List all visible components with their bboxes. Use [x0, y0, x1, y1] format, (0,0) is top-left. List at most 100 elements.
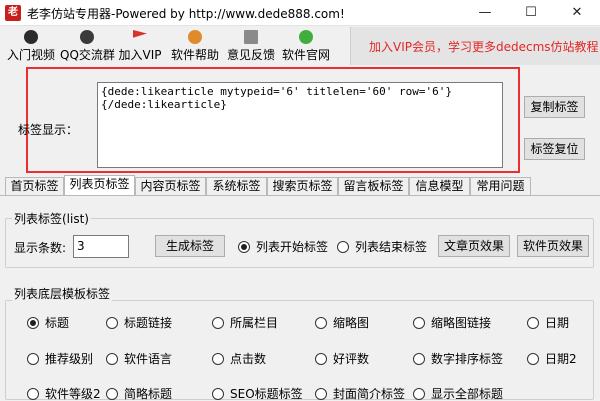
- video-icon: [24, 30, 38, 44]
- tab-home-tags[interactable]: 首页标签: [5, 177, 64, 195]
- title-bar: 老 老李仿站专用器-Powered by http://www.dede888.…: [0, 0, 600, 26]
- option-date2[interactable]: 日期2: [527, 352, 577, 366]
- radio-dot: [212, 388, 224, 400]
- radio-dot: [106, 317, 118, 329]
- option-number-sort[interactable]: 数字排序标签: [413, 352, 503, 366]
- option-software-language[interactable]: 软件语言: [106, 352, 172, 366]
- close-button[interactable]: ✕: [554, 0, 600, 26]
- radio-dot: [106, 353, 118, 365]
- vip-promo-text[interactable]: 加入VIP会员，学习更多dedecms仿站教程: [369, 38, 599, 55]
- app-icon: 老: [5, 5, 21, 21]
- option-recommend-level-label: 推荐级别: [45, 352, 94, 366]
- software-effect-button[interactable]: 软件页效果: [517, 235, 589, 257]
- option-good-reviews[interactable]: 好评数: [315, 352, 369, 366]
- radio-dot: [212, 353, 224, 365]
- radio-dot: [527, 353, 539, 365]
- option-category[interactable]: 所属栏目: [212, 316, 278, 330]
- window-title: 老李仿站专用器-Powered by http://www.dede888.co…: [27, 7, 345, 21]
- toolbar-website-button[interactable]: 软件官网: [280, 29, 332, 63]
- list-tag-group-title: 列表标签(list): [12, 210, 91, 227]
- option-good-reviews-label: 好评数: [333, 352, 370, 366]
- radio-dot-selected: [238, 241, 250, 253]
- toolbar-qq-label: QQ交流群: [60, 48, 115, 62]
- toolbar-video-label: 入门视频: [6, 48, 55, 62]
- toolbar-help-button[interactable]: 软件帮助: [169, 29, 221, 63]
- tag-display-label: 标签显示：: [18, 123, 79, 137]
- tab-guestbook-tags[interactable]: 留言板标签: [338, 177, 409, 195]
- generate-tag-button[interactable]: 生成标签: [155, 235, 225, 257]
- option-number-sort-label: 数字排序标签: [431, 352, 504, 366]
- radio-dot: [413, 353, 425, 365]
- tab-search-page-tags[interactable]: 搜索页标签: [267, 177, 338, 195]
- radio-dot: [315, 353, 327, 365]
- radio-dot: [212, 317, 224, 329]
- reset-tag-button[interactable]: 标签复位: [524, 138, 585, 160]
- toolbar-video-button[interactable]: 入门视频: [5, 29, 57, 63]
- tab-system-tags[interactable]: 系统标签: [206, 177, 267, 195]
- radio-list-start-label: 列表开始标签: [256, 240, 329, 254]
- radio-dot: [337, 241, 349, 253]
- option-thumbnail-link[interactable]: 缩略图链接: [413, 316, 491, 330]
- option-software-level2-label: 软件等级2: [45, 387, 101, 401]
- radio-list-end-label: 列表结束标签: [355, 240, 428, 254]
- qq-group-icon: [80, 30, 94, 44]
- tab-content-page-tags[interactable]: 内容页标签: [135, 177, 206, 195]
- vip-flag-icon: [133, 30, 147, 38]
- option-title-link[interactable]: 标题链接: [106, 316, 172, 330]
- radio-dot: [315, 317, 327, 329]
- website-icon: [299, 30, 313, 44]
- option-recommend-level[interactable]: 推荐级别: [27, 352, 93, 366]
- article-effect-button[interactable]: 文章页效果: [438, 235, 510, 257]
- tab-info-model[interactable]: 信息模型: [409, 177, 470, 195]
- option-date2-label: 日期2: [545, 352, 577, 366]
- toolbar-feedback-label: 意见反馈: [226, 48, 275, 62]
- option-thumbnail[interactable]: 缩略图: [315, 316, 369, 330]
- radio-dot: [27, 353, 39, 365]
- bottom-tag-group-title: 列表底层模板标签: [12, 285, 113, 302]
- option-title-label: 标题: [45, 316, 70, 330]
- toolbar-website-label: 软件官网: [281, 48, 330, 62]
- tab-common-questions[interactable]: 常用问题: [470, 177, 531, 195]
- option-short-title-label: 简略标题: [124, 387, 173, 401]
- option-software-language-label: 软件语言: [124, 352, 173, 366]
- radio-dot: [106, 388, 118, 400]
- option-date-label: 日期: [545, 316, 570, 330]
- toolbar-vip-label: 加入VIP: [118, 48, 162, 62]
- radio-list-end[interactable]: 列表结束标签: [337, 240, 427, 254]
- radio-dot: [527, 317, 539, 329]
- tab-list-page-tags[interactable]: 列表页标签: [64, 175, 135, 195]
- maximize-button[interactable]: ☐: [508, 0, 554, 26]
- radio-dot: [27, 388, 39, 400]
- option-short-title[interactable]: 简略标题: [106, 387, 172, 401]
- radio-dot-selected: [27, 317, 39, 329]
- count-input[interactable]: 3: [73, 235, 129, 258]
- toolbar-feedback-button[interactable]: 意见反馈: [225, 29, 277, 63]
- option-click-count[interactable]: 点击数: [212, 352, 266, 366]
- option-thumbnail-link-label: 缩略图链接: [431, 316, 492, 330]
- toolbar-qq-button[interactable]: QQ交流群: [60, 29, 115, 63]
- tag-code-textarea[interactable]: {dede:likearticle mytypeid='6' titlelen=…: [97, 82, 503, 168]
- option-thumbnail-label: 缩略图: [333, 316, 370, 330]
- option-show-all-titles[interactable]: 显示全部标题: [413, 387, 503, 401]
- option-category-label: 所属栏目: [230, 316, 279, 330]
- radio-dot: [413, 317, 425, 329]
- help-icon: [188, 30, 202, 44]
- vip-promo-banner[interactable]: 加入VIP会员，学习更多dedecms仿站教程: [350, 27, 600, 65]
- option-software-level2[interactable]: 软件等级2: [27, 387, 101, 401]
- option-date[interactable]: 日期: [527, 316, 569, 330]
- option-click-count-label: 点击数: [230, 352, 267, 366]
- bottom-tag-group: [5, 300, 594, 400]
- option-seo-title[interactable]: SEO标题标签: [212, 387, 303, 401]
- option-cover-intro-label: 封面简介标签: [333, 387, 406, 401]
- option-title[interactable]: 标题: [27, 316, 69, 330]
- toolbar-help-label: 软件帮助: [170, 48, 219, 62]
- radio-dot: [315, 388, 327, 400]
- option-cover-intro[interactable]: 封面简介标签: [315, 387, 405, 401]
- radio-list-start[interactable]: 列表开始标签: [238, 240, 328, 254]
- minimize-button[interactable]: —: [462, 0, 508, 26]
- toolbar-vip-button[interactable]: 加入VIP: [117, 29, 163, 63]
- option-seo-title-label: SEO标题标签: [230, 387, 303, 401]
- radio-dot: [413, 388, 425, 400]
- copy-tag-button[interactable]: 复制标签: [524, 96, 585, 118]
- option-title-link-label: 标题链接: [124, 316, 173, 330]
